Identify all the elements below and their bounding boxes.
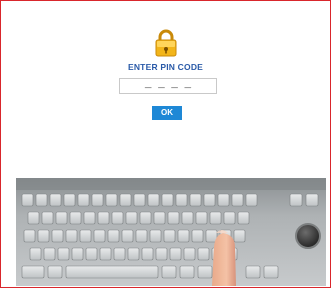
pin-input[interactable]: _ _ _ _	[119, 78, 217, 94]
keyboard-key	[91, 193, 104, 207]
keyboard-key	[23, 229, 36, 243]
keyboard-key	[29, 247, 42, 261]
keyboard-key	[21, 265, 45, 279]
keyboard-key	[37, 229, 50, 243]
keyboard-key	[83, 211, 96, 225]
keyboard-key	[35, 193, 48, 207]
keyboard-key	[155, 247, 168, 261]
keyboard-key	[121, 229, 134, 243]
keyboard-key	[141, 247, 154, 261]
keyboard-key	[135, 229, 148, 243]
keyboard-key	[55, 211, 68, 225]
keyboard-key	[305, 193, 319, 207]
keyboard-key	[203, 193, 216, 207]
keyboard-key	[27, 211, 40, 225]
keyboard-key	[113, 247, 126, 261]
keyboard-key	[119, 193, 132, 207]
keyboard-key	[77, 193, 90, 207]
keyboard-key	[111, 211, 124, 225]
keyboard-key	[51, 229, 64, 243]
keyboard-key	[125, 211, 138, 225]
keyboard-key	[161, 265, 177, 279]
keyboard-key	[189, 193, 202, 207]
keyboard-key	[147, 193, 160, 207]
keyboard-key	[41, 211, 54, 225]
keyboard-key	[79, 229, 92, 243]
keyboard-key	[105, 193, 118, 207]
keyboard-image	[16, 178, 326, 286]
keyboard-key	[71, 247, 84, 261]
keyboard-key	[57, 247, 70, 261]
keyboard-key	[21, 193, 34, 207]
keyboard-key	[107, 229, 120, 243]
keyboard-key	[181, 211, 194, 225]
keyboard-key	[231, 193, 244, 207]
keyboard-key	[197, 265, 213, 279]
keyboard-key	[175, 193, 188, 207]
keyboard-key	[191, 229, 204, 243]
keyboard-key	[209, 211, 222, 225]
keyboard-key	[43, 247, 56, 261]
keyboard-key	[97, 211, 110, 225]
keyboard-key	[223, 211, 236, 225]
keyboard-key	[237, 211, 250, 225]
keyboard-key	[139, 211, 152, 225]
keyboard-key	[65, 265, 159, 279]
keyboard-key	[263, 265, 279, 279]
pin-title: ENTER PIN CODE	[127, 62, 204, 72]
keyboard-key	[197, 247, 210, 261]
keyboard-key	[177, 229, 190, 243]
keyboard-key	[65, 229, 78, 243]
keyboard-key	[169, 247, 182, 261]
keyboard-key	[85, 247, 98, 261]
keyboard-key	[233, 229, 246, 243]
keyboard-key	[127, 247, 140, 261]
keyboard-key	[167, 211, 180, 225]
keyboard-key	[179, 265, 195, 279]
keyboard-key	[183, 247, 196, 261]
keyboard-key	[153, 211, 166, 225]
keyboard-key	[245, 265, 261, 279]
keyboard-key	[217, 193, 230, 207]
keyboard-key	[245, 193, 258, 207]
keyboard-key	[63, 193, 76, 207]
keyboard-key	[163, 229, 176, 243]
keyboard-key	[149, 229, 162, 243]
keyboard-key	[93, 229, 106, 243]
keyboard-key	[99, 247, 112, 261]
keyboard-key	[195, 211, 208, 225]
keyboard-key	[161, 193, 174, 207]
keyboard-key	[289, 193, 303, 207]
padlock-icon	[155, 29, 177, 57]
keyboard-key	[133, 193, 146, 207]
ok-button[interactable]: OK	[152, 106, 182, 120]
keyboard-key	[49, 193, 62, 207]
keyboard-key	[205, 229, 218, 243]
keyboard-key	[69, 211, 82, 225]
keyboard-key	[47, 265, 63, 279]
